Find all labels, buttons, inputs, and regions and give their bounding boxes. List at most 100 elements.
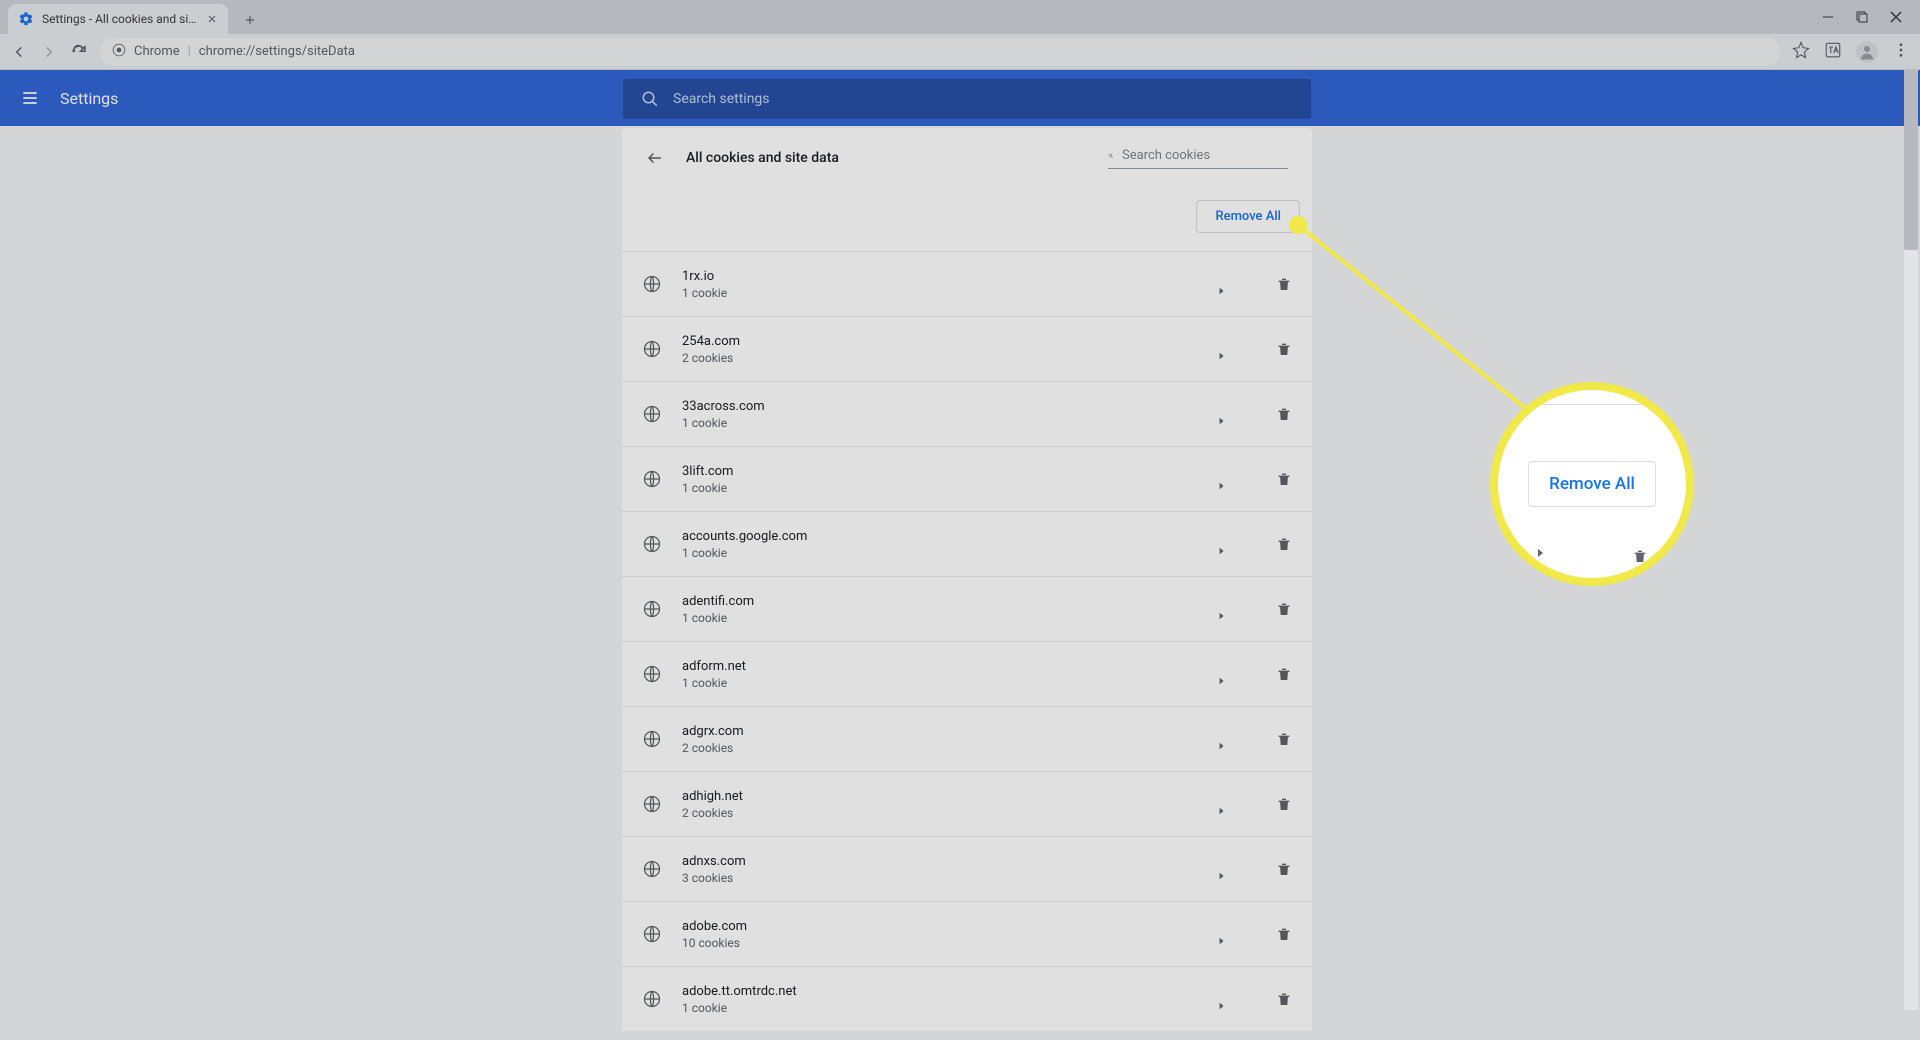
chevron-right-icon[interactable] — [1218, 540, 1226, 548]
site-cookie-count: 1 cookie — [682, 286, 1198, 300]
trash-icon[interactable] — [1276, 406, 1292, 422]
translate-icon[interactable] — [1824, 41, 1842, 63]
chevron-right-icon[interactable] — [1218, 800, 1226, 808]
gear-icon — [18, 11, 34, 27]
tab-strip: Settings - All cookies and site da — [0, 0, 1920, 34]
search-icon — [641, 90, 659, 108]
site-cookie-count: 1 cookie — [682, 416, 1198, 430]
trash-icon[interactable] — [1276, 341, 1292, 357]
site-row[interactable]: adobe.tt.omtrdc.net 1 cookie — [622, 966, 1312, 1031]
site-domain: adobe.com — [682, 919, 1198, 934]
site-cookie-count: 10 cookies — [682, 936, 1198, 950]
site-row[interactable]: 1rx.io 1 cookie — [622, 251, 1312, 316]
browser-tab[interactable]: Settings - All cookies and site da — [8, 4, 228, 34]
site-row[interactable]: adform.net 1 cookie — [622, 641, 1312, 706]
trash-icon[interactable] — [1276, 536, 1292, 552]
site-domain: adhigh.net — [682, 789, 1198, 804]
site-cookie-count: 1 cookie — [682, 546, 1198, 560]
site-domain: 33across.com — [682, 399, 1198, 414]
globe-icon — [642, 534, 662, 554]
globe-icon — [642, 469, 662, 489]
chevron-right-icon[interactable] — [1218, 410, 1226, 418]
trash-icon[interactable] — [1276, 601, 1292, 617]
hamburger-icon[interactable] — [20, 88, 40, 108]
site-row[interactable]: adnxs.com 3 cookies — [622, 836, 1312, 901]
site-domain: adgrx.com — [682, 724, 1198, 739]
panel-title: All cookies and site data — [686, 150, 1086, 166]
chevron-right-icon[interactable] — [1218, 995, 1226, 1003]
chevron-right-icon[interactable] — [1218, 930, 1226, 938]
site-row[interactable]: adgrx.com 2 cookies — [622, 706, 1312, 771]
globe-icon — [642, 794, 662, 814]
globe-icon — [642, 664, 662, 684]
site-domain: 3lift.com — [682, 464, 1198, 479]
search-cookies[interactable] — [1108, 148, 1288, 169]
address-bar: Chrome | chrome://settings/siteData — [0, 34, 1920, 70]
site-cookie-count: 3 cookies — [682, 871, 1198, 885]
forward-icon[interactable] — [40, 43, 58, 61]
maximize-icon[interactable] — [1856, 8, 1868, 27]
site-row[interactable]: 33across.com 1 cookie — [622, 381, 1312, 446]
site-cookie-count: 2 cookies — [682, 806, 1198, 820]
avatar[interactable] — [1856, 41, 1878, 63]
site-row[interactable]: adentifi.com 1 cookie — [622, 576, 1312, 641]
site-row[interactable]: 3lift.com 1 cookie — [622, 446, 1312, 511]
close-icon[interactable] — [206, 13, 218, 25]
panel-header: All cookies and site data — [622, 128, 1312, 188]
chevron-right-icon[interactable] — [1218, 605, 1226, 613]
new-tab-button[interactable] — [236, 6, 264, 34]
site-row[interactable]: adobe.com 10 cookies — [622, 901, 1312, 966]
site-domain: 1rx.io — [682, 269, 1198, 284]
star-icon[interactable] — [1792, 41, 1810, 63]
globe-icon — [642, 729, 662, 749]
window-controls — [1822, 0, 1920, 34]
back-arrow-icon[interactable] — [646, 149, 664, 167]
globe-icon — [642, 859, 662, 879]
minimize-icon[interactable] — [1822, 8, 1834, 27]
trash-icon[interactable] — [1276, 471, 1292, 487]
tab-title: Settings - All cookies and site da — [42, 12, 198, 26]
globe-icon — [642, 924, 662, 944]
chrome-icon — [112, 43, 126, 61]
chevron-right-icon[interactable] — [1218, 735, 1226, 743]
search-icon — [1108, 148, 1114, 164]
menu-icon[interactable] — [1892, 41, 1910, 63]
globe-icon — [642, 599, 662, 619]
site-domain: accounts.google.com — [682, 529, 1198, 544]
trash-icon[interactable] — [1276, 666, 1292, 682]
reload-icon[interactable] — [70, 43, 88, 61]
site-row[interactable]: 254a.com 2 cookies — [622, 316, 1312, 381]
settings-search[interactable] — [623, 79, 1311, 119]
remove-all-button[interactable]: Remove All — [1196, 200, 1300, 233]
site-row[interactable]: adhigh.net 2 cookies — [622, 771, 1312, 836]
chevron-right-icon[interactable] — [1218, 280, 1226, 288]
chevron-right-icon[interactable] — [1218, 345, 1226, 353]
trash-icon[interactable] — [1276, 276, 1292, 292]
cookies-panel: All cookies and site data Remove All 1rx… — [622, 128, 1312, 1031]
scrollbar-thumb[interactable] — [1904, 70, 1918, 250]
site-domain: adobe.tt.omtrdc.net — [682, 984, 1198, 999]
trash-icon[interactable] — [1276, 926, 1292, 942]
close-window-icon[interactable] — [1890, 8, 1902, 27]
search-cookies-input[interactable] — [1122, 148, 1288, 163]
site-cookie-count: 1 cookie — [682, 481, 1198, 495]
site-cookie-count: 2 cookies — [682, 351, 1198, 365]
omnibox[interactable]: Chrome | chrome://settings/siteData — [100, 38, 1780, 66]
site-cookie-count: 1 cookie — [682, 611, 1198, 625]
trash-icon[interactable] — [1276, 861, 1292, 877]
site-row[interactable]: accounts.google.com 1 cookie — [622, 511, 1312, 576]
settings-search-input[interactable] — [673, 91, 1293, 107]
app-title: Settings — [60, 89, 118, 108]
chevron-right-icon[interactable] — [1218, 475, 1226, 483]
chevron-right-icon[interactable] — [1218, 670, 1226, 678]
site-cookie-count: 1 cookie — [682, 676, 1198, 690]
site-domain: adnxs.com — [682, 854, 1198, 869]
chevron-right-icon[interactable] — [1218, 865, 1226, 873]
back-icon[interactable] — [10, 43, 28, 61]
trash-icon[interactable] — [1276, 991, 1292, 1007]
trash-icon[interactable] — [1276, 731, 1292, 747]
site-cookie-count: 2 cookies — [682, 741, 1198, 755]
address-label: Chrome — [134, 44, 180, 59]
site-domain: adentifi.com — [682, 594, 1198, 609]
trash-icon[interactable] — [1276, 796, 1292, 812]
